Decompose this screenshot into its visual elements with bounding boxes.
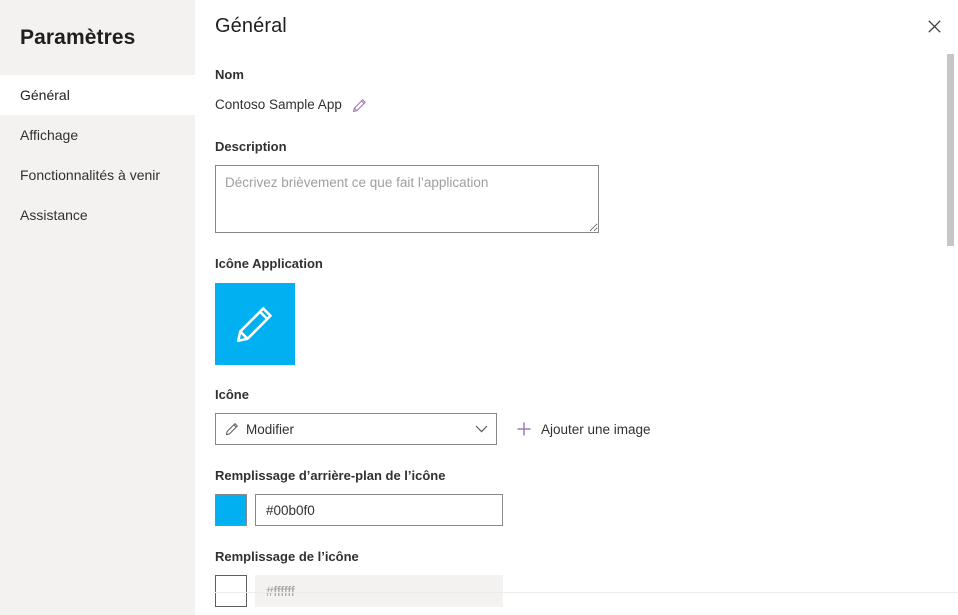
icon-background-color-swatch[interactable] (215, 494, 247, 526)
page-title: Général (215, 15, 287, 37)
app-icon-preview[interactable] (215, 283, 295, 365)
icon-background-fill-input[interactable] (255, 494, 503, 526)
field-icon-background-fill: Remplissage d’arrière-plan de l’icône (195, 467, 958, 526)
name-value-row: Contoso Sample App (215, 95, 958, 115)
description-label: Description (215, 139, 287, 154)
field-name: Nom Contoso Sample App (195, 66, 958, 115)
sidebar-item-fonctionnalites-a-venir[interactable]: Fonctionnalités à venir (0, 155, 195, 195)
sidebar-nav-list: Général Affichage Fonctionnalités à veni… (0, 75, 195, 235)
add-image-button[interactable]: Ajouter une image (514, 417, 657, 441)
description-input[interactable] (215, 165, 599, 233)
main-panel: Général Nom Contoso Sample App Descripti… (195, 0, 958, 615)
icon-select-row: Modifier Ajouter une image (215, 413, 958, 445)
plus-icon (516, 421, 532, 437)
field-icon-fill: Remplissage de l’icône (195, 548, 958, 607)
add-image-label: Ajouter une image (541, 421, 651, 437)
pencil-icon (225, 422, 239, 436)
icon-select-label: Icône (215, 387, 249, 402)
icon-background-fill-row (215, 494, 958, 526)
field-app-icon: Icône Application (195, 255, 958, 365)
icon-fill-row (215, 575, 958, 607)
field-description: Description (195, 138, 958, 233)
sidebar-item-general[interactable]: Général (0, 75, 195, 115)
sidebar-item-assistance[interactable]: Assistance (0, 195, 195, 235)
icon-fill-color-swatch[interactable] (215, 575, 247, 607)
sidebar-title: Paramètres (20, 26, 136, 49)
settings-content: Général Nom Contoso Sample App Descripti… (195, 0, 958, 615)
icon-background-fill-label: Remplissage d’arrière-plan de l’icône (215, 468, 446, 483)
name-label: Nom (215, 67, 244, 82)
settings-panel: Paramètres Général Affichage Fonctionnal… (0, 0, 958, 615)
icon-select-value: Modifier (246, 421, 295, 437)
field-icon-select: Icône Modifier Ajouter une image (195, 386, 958, 445)
content-divider (215, 592, 958, 593)
pencil-icon (352, 98, 366, 112)
pencil-icon (236, 307, 272, 343)
sidebar-item-affichage[interactable]: Affichage (0, 115, 195, 155)
edit-name-button[interactable] (352, 98, 367, 113)
icon-fill-label: Remplissage de l’icône (215, 549, 359, 564)
name-value: Contoso Sample App (215, 97, 342, 112)
sidebar: Paramètres Général Affichage Fonctionnal… (0, 0, 195, 615)
chevron-down-icon (475, 425, 488, 433)
icon-fill-input (255, 575, 503, 607)
app-icon-label: Icône Application (215, 256, 323, 271)
icon-select-dropdown[interactable]: Modifier (215, 413, 497, 445)
